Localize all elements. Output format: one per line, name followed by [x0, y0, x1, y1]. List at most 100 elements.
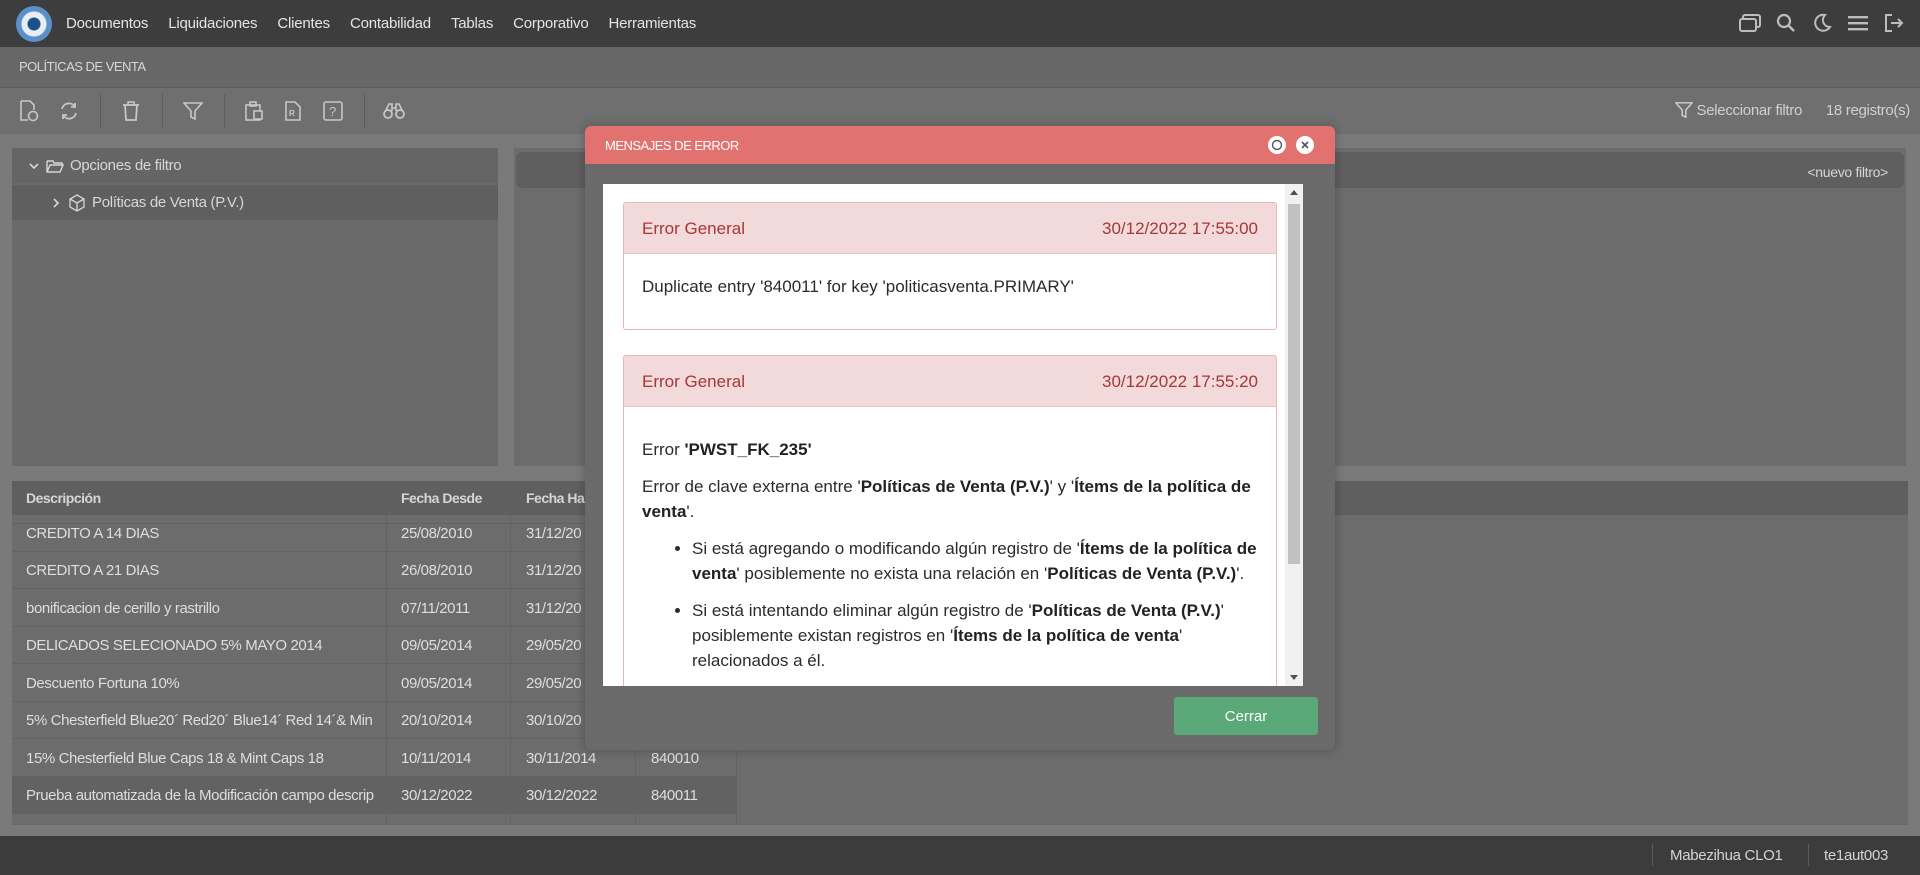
status-separator: [1808, 844, 1809, 866]
dialog-title: MENSAJES DE ERROR: [605, 138, 739, 153]
column-header-fecha-desde[interactable]: Fecha Desde: [401, 490, 482, 506]
filter-tree-root[interactable]: Opciones de filtro: [12, 148, 498, 183]
toolbar-separator: [364, 94, 365, 128]
close-button[interactable]: Cerrar: [1174, 697, 1318, 735]
scroll-down-icon[interactable]: [1290, 675, 1298, 680]
select-filter-label: Seleccionar filtro: [1696, 101, 1803, 119]
trash-icon[interactable]: [116, 96, 146, 126]
error-hints: Si está agregando o modificando algún re…: [642, 536, 1258, 673]
menu-herramientas[interactable]: Herramientas: [608, 15, 696, 32]
scroll-up-icon[interactable]: [1290, 190, 1298, 195]
cell-descripcion: DELICADOS SELECIONADO 5% MAYO 2014: [26, 637, 323, 654]
menu-liquidaciones[interactable]: Liquidaciones: [168, 15, 257, 32]
top-icons: [1738, 8, 1906, 38]
cell-fecha-desde: 10/11/2014: [401, 750, 471, 767]
cell-codigo: 840011: [651, 787, 698, 804]
cell-fecha-hasta: 30/12/2022: [526, 787, 598, 804]
chevron-right-icon: [53, 197, 60, 208]
cell-descripcion: CREDITO A 21 DIAS: [26, 562, 159, 579]
filter-tree-item-label: Políticas de Venta (P.V.): [92, 194, 244, 211]
cell-codigo: 840010: [651, 750, 699, 767]
top-navbar: Documentos Liquidaciones Clientes Contab…: [0, 0, 1920, 47]
error-card-body: Error 'PWST_FK_235' Error de clave exter…: [624, 407, 1276, 673]
moon-icon[interactable]: [1810, 8, 1834, 38]
column-header-descripcion[interactable]: Descripción: [26, 490, 101, 506]
error-code-line: Error 'PWST_FK_235': [642, 440, 812, 459]
column-header-fecha-hasta[interactable]: Fecha Ha: [526, 490, 585, 506]
filter-tree-root-label: Opciones de filtro: [70, 157, 182, 174]
filter-tree-item[interactable]: Políticas de Venta (P.V.): [12, 185, 498, 220]
cell-fecha-desde: 25/08/2010: [401, 525, 473, 542]
restore-icon[interactable]: [1268, 136, 1286, 154]
binoculars-icon[interactable]: [379, 96, 409, 126]
record-count: 18 registro(s): [1825, 102, 1910, 119]
report-icon[interactable]: R: [278, 96, 308, 126]
cell-fecha-desde: 09/05/2014: [401, 675, 473, 692]
error-timestamp: 30/12/2022 17:55:20: [1102, 372, 1258, 391]
cell-descripcion: Descuento Fortuna 10%: [26, 675, 180, 692]
error-type: Error General: [642, 372, 745, 391]
hamburger-menu-icon[interactable]: [1846, 8, 1870, 38]
filter-tree-panel: Opciones de filtro Políticas de Venta (P…: [12, 148, 498, 466]
logout-icon[interactable]: [1882, 8, 1906, 38]
filter-icon: [1674, 102, 1693, 119]
dialog-header: MENSAJES DE ERROR: [585, 126, 1335, 164]
new-document-icon[interactable]: [14, 96, 44, 126]
error-hint: Si está agregando o modificando algún re…: [692, 536, 1258, 586]
status-separator: [1652, 844, 1653, 866]
menu-corporativo[interactable]: Corporativo: [513, 15, 589, 32]
status-user-name: Mabezihua CLO1: [1670, 847, 1783, 864]
page-title-bar: POLÍTICAS DE VENTA: [0, 47, 1920, 88]
error-card: Error General 30/12/2022 17:55:20 Error …: [623, 355, 1277, 686]
error-type: Error General: [642, 219, 745, 238]
menu-clientes[interactable]: Clientes: [277, 15, 330, 32]
dialog-scrollbar[interactable]: [1285, 184, 1303, 686]
cell-descripcion: 5% Chesterfield Blue20´ Red20´ Blue14´ R…: [26, 712, 373, 729]
status-user-id: te1aut003: [1824, 847, 1889, 864]
menu-contabilidad[interactable]: Contabilidad: [350, 15, 431, 32]
error-timestamp: 30/12/2022 17:55:00: [1102, 219, 1258, 238]
refresh-icon[interactable]: [54, 96, 84, 126]
svg-text:R: R: [289, 109, 295, 118]
help-icon[interactable]: ?: [318, 96, 348, 126]
select-filter-button[interactable]: Seleccionar filtro: [1674, 101, 1803, 119]
menu-documentos[interactable]: Documentos: [66, 15, 148, 32]
cell-descripcion: bonificacion de cerillo y rastrillo: [26, 600, 220, 617]
clipboard-icon[interactable]: [239, 96, 269, 126]
page-title: POLÍTICAS DE VENTA: [19, 59, 146, 74]
error-messages-dialog: MENSAJES DE ERROR Error General 30/12/20…: [585, 126, 1335, 750]
new-filter-label[interactable]: <nuevo filtro>: [1807, 164, 1888, 180]
cube-icon: [69, 193, 85, 212]
error-card: Error General 30/12/2022 17:55:00 Duplic…: [623, 202, 1277, 330]
filter-icon[interactable]: [178, 96, 208, 126]
toolbar-separator: [224, 94, 225, 128]
folder-open-icon: [46, 159, 64, 173]
cell-descripcion: CREDITO A 14 DIAS: [26, 525, 159, 542]
error-card-header: Error General 30/12/2022 17:55:20: [624, 356, 1276, 407]
cell-fecha-desde: 26/08/2010: [401, 562, 473, 579]
error-description: Error de clave externa entre 'Políticas …: [642, 477, 1251, 521]
status-bar: Mabezihua CLO1 te1aut003: [0, 836, 1920, 875]
cell-fecha-hasta: 30/11/2014: [526, 750, 596, 767]
scroll-thumb[interactable]: [1288, 204, 1300, 564]
cell-fecha-desde: 07/11/2011: [401, 600, 470, 617]
cell-descripcion: Prueba automatizada de la Modificación c…: [26, 787, 374, 804]
error-code: 'PWST_FK_235': [684, 440, 812, 459]
cell-descripcion: 15% Chesterfield Blue Caps 18 & Mint Cap…: [26, 750, 324, 767]
toolbar-separator: [162, 94, 163, 128]
cell-fecha-desde: 30/12/2022: [401, 787, 473, 804]
table-row-selected[interactable]: Prueba automatizada de la Modificación c…: [12, 777, 736, 814]
svg-text:?: ?: [329, 104, 336, 119]
windows-icon[interactable]: [1738, 8, 1762, 38]
menu-tablas[interactable]: Tablas: [451, 15, 493, 32]
chevron-down-icon: [29, 162, 39, 169]
toolbar-separator: [100, 94, 101, 128]
cell-fecha-desde: 20/10/2014: [401, 712, 473, 729]
dialog-scroll-area[interactable]: Error General 30/12/2022 17:55:00 Duplic…: [603, 184, 1303, 686]
app-logo[interactable]: [16, 5, 52, 42]
error-card-header: Error General 30/12/2022 17:55:00: [624, 203, 1276, 254]
close-icon[interactable]: [1296, 136, 1314, 154]
error-card-body: Duplicate entry '840011' for key 'politi…: [624, 254, 1276, 299]
error-message: Duplicate entry '840011' for key 'politi…: [642, 277, 1074, 296]
search-icon[interactable]: [1774, 8, 1798, 38]
